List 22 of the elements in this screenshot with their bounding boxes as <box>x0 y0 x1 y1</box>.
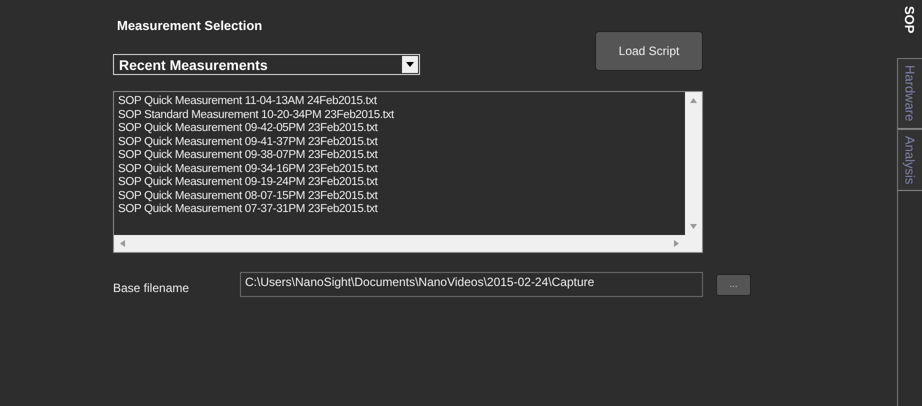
browse-button[interactable]: ... <box>716 274 751 296</box>
measurement-dropdown[interactable]: Recent Measurements <box>113 54 420 75</box>
list-item[interactable]: SOP Quick Measurement 09-38-07PM 23Feb2015.txt <box>118 149 681 162</box>
list-item[interactable]: SOP Quick Measurement 11-04-13AM 24Feb2015.txt <box>118 95 681 108</box>
scroll-up-icon[interactable] <box>690 98 697 103</box>
field-label: Base filename <box>113 280 190 294</box>
list-item[interactable]: SOP Quick Measurement 09-42-05PM 23Feb2015.txt <box>118 122 681 136</box>
list-item[interactable]: SOP Quick Measurement 08-07-15PM 23Feb2015.txt <box>118 190 681 203</box>
side-tab[interactable]: SOP <box>897 0 922 58</box>
list-item[interactable]: SOP Standard Measurement 10-20-34PM 23Feb2015.txt <box>118 108 681 122</box>
scroll-right-icon[interactable] <box>674 240 679 247</box>
filename-field[interactable]: C:\Users\NanoSight\Documents\NanoVideos\2015-02-24\Capture <box>240 272 703 297</box>
list-item[interactable]: SOP Quick Measurement 09-41-37PM 23Feb2015.txt <box>118 136 681 149</box>
list-item[interactable]: SOP Quick Measurement 09-34-16PM 23Feb2015.txt <box>118 162 681 176</box>
scroll-down-icon[interactable] <box>690 224 697 229</box>
section-title: Measurement Selection <box>117 18 264 33</box>
measurement-list[interactable] <box>113 91 703 253</box>
list-item[interactable]: SOP Quick Measurement 09-19-24PM 23Feb2015.txt <box>118 176 681 190</box>
load-script-button[interactable]: Load Script <box>595 31 703 71</box>
dropdown-caret-icon <box>406 62 414 67</box>
scroll-left-icon[interactable] <box>120 240 125 247</box>
list-item[interactable]: SOP Quick Measurement 07-37-31PM 23Feb2015.txt <box>118 203 681 216</box>
